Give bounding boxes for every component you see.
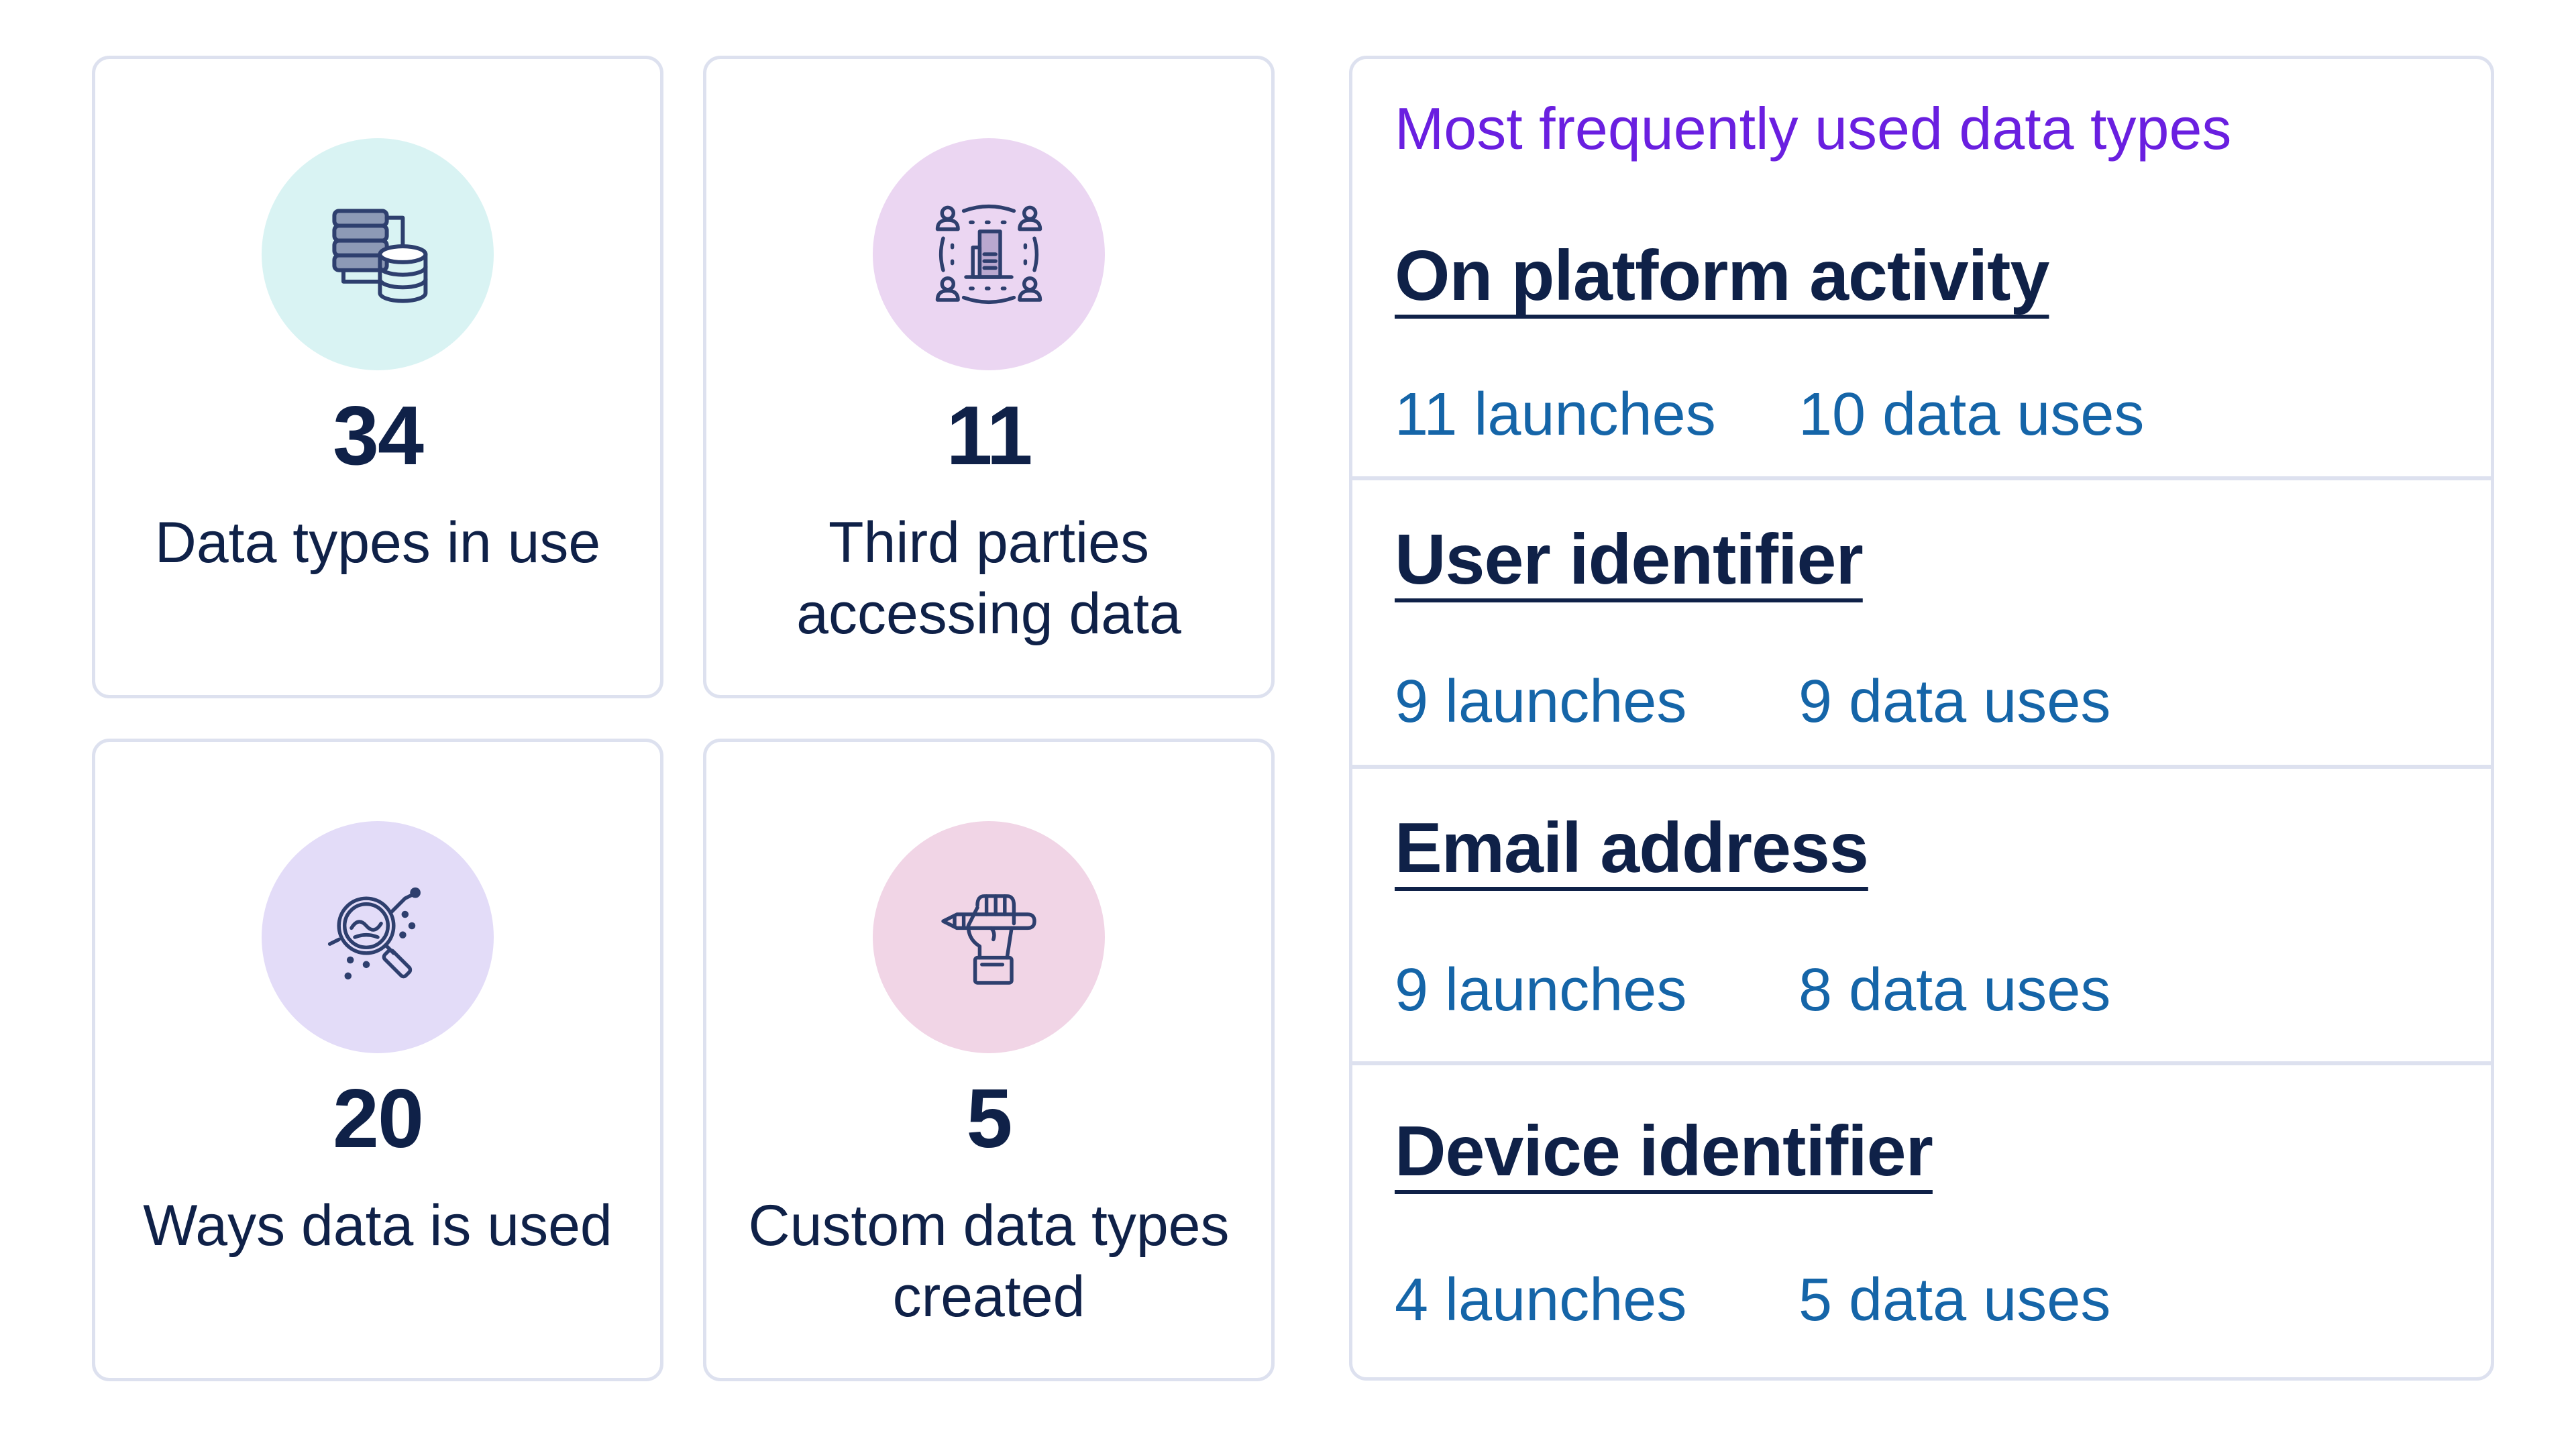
data-type-row: Email address 9 launches 8 data uses [1352, 769, 2491, 1061]
data-type-row: User identifier 9 launches 9 data uses [1352, 480, 2491, 765]
frequent-data-types-panel: Most frequently used data types On platf… [1349, 56, 2494, 1381]
data-type-row: On platform activity 11 launches 10 data… [1352, 59, 2491, 476]
stat-value: 11 [946, 390, 1032, 482]
stat-label: Custom data types created [748, 1193, 1230, 1329]
stat-card-third-parties: 11 Third parties accessing data [703, 56, 1275, 698]
data-type-link[interactable]: Device identifier [1395, 1116, 1933, 1187]
database-server-icon [332, 209, 428, 303]
stat-card-data-types: 34 Data types in use [92, 56, 663, 698]
launches-link[interactable]: 9 launches [1395, 672, 1686, 732]
data-type-link[interactable]: User identifier [1395, 524, 1864, 595]
launches-link[interactable]: 11 launches [1395, 384, 1716, 445]
data-type-link[interactable]: Email address [1395, 812, 1869, 884]
stat-card-custom-data-types: 5 Custom data types created [703, 739, 1275, 1381]
icon-circle [873, 821, 1105, 1053]
stat-value: 34 [333, 390, 424, 482]
stat-label: Third parties accessing data [796, 511, 1181, 646]
data-type-link[interactable]: On platform activity [1395, 240, 2049, 311]
stat-card-data-uses: 20 Ways data is used [92, 739, 663, 1381]
data-type-row: Device identifier 4 launches 5 data uses [1352, 1065, 2491, 1377]
icon-circle [873, 138, 1105, 370]
icon-circle [262, 138, 494, 370]
data-analysis-magnifier-icon [327, 887, 421, 980]
launches-link[interactable]: 9 launches [1395, 960, 1686, 1020]
stat-label: Ways data is used [143, 1193, 612, 1258]
third-parties-network-icon [935, 204, 1042, 305]
stat-value: 20 [333, 1073, 424, 1165]
stat-label: Data types in use [154, 511, 601, 575]
hand-holding-pencil-icon [941, 894, 1036, 985]
icon-circle [262, 821, 494, 1053]
data-uses-link[interactable]: 10 data uses [1799, 384, 2144, 445]
stat-value: 5 [966, 1073, 1013, 1165]
data-uses-link[interactable]: 5 data uses [1799, 1270, 2110, 1330]
data-uses-link[interactable]: 8 data uses [1799, 960, 2110, 1020]
launches-link[interactable]: 4 launches [1395, 1270, 1686, 1330]
data-uses-link[interactable]: 9 data uses [1799, 672, 2110, 732]
